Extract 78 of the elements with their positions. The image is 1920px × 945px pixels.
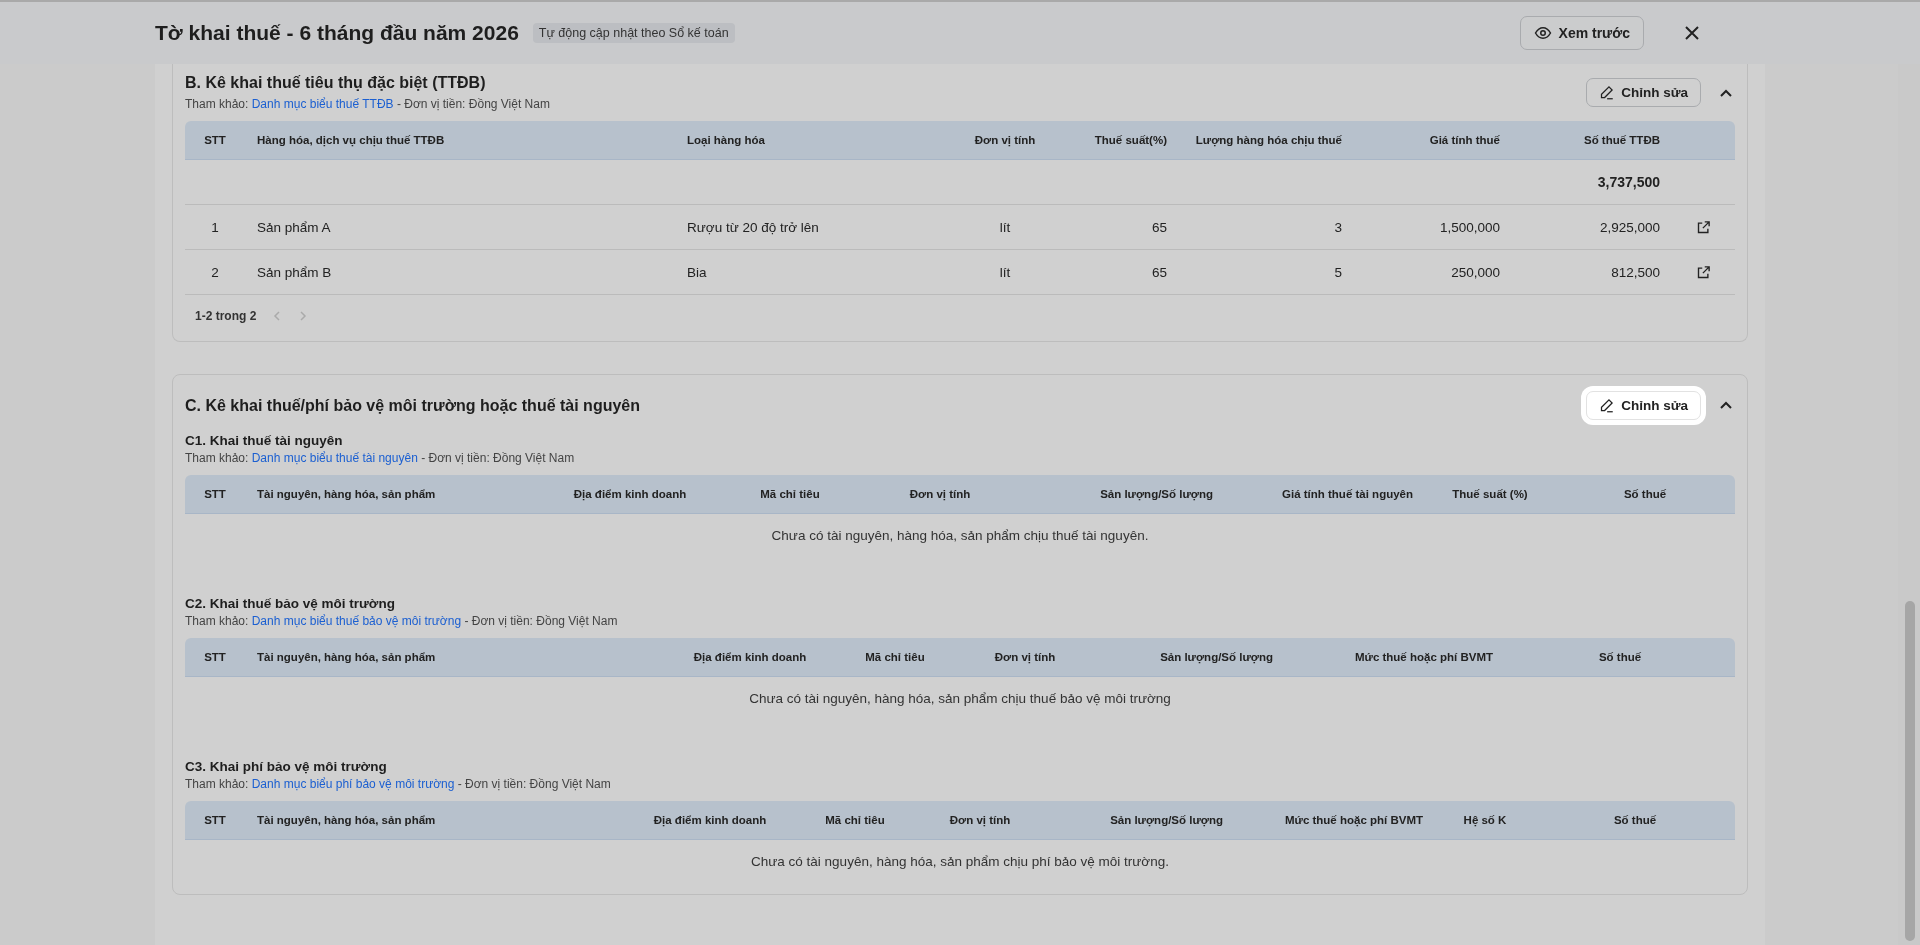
column-header: Mã chỉ tiêu (824, 814, 886, 826)
table-cell-text: 5 (1333, 264, 1343, 280)
table-cell-text: lít (998, 219, 1012, 235)
reference-text: Tham khảo: Danh mục biểu thuế bảo vệ môi trường - Đơn vị tiền: Đồng Việt Nam (185, 614, 619, 628)
column-header: Số thuế (1597, 651, 1643, 663)
reference-text: Tham khảo: Danh mục biểu thuế tài nguyên - Đơn vị tiền: Đồng Việt Nam (185, 451, 576, 465)
eye-icon (1533, 24, 1552, 42)
empty-message: Chưa có tài nguyên, hàng hóa, sản phẩm chịu thuế tài nguyên. (771, 527, 1149, 543)
column-header: Số thuế TTĐB (1582, 134, 1661, 146)
table-cell-text: Bia (686, 264, 708, 280)
table-cell-text: Sản phẩm B (256, 264, 333, 280)
column-header: Địa điểm kinh doanh (692, 651, 808, 663)
subsection-title: C3. Khai phí bảo vệ môi trường (185, 759, 388, 774)
preview-button[interactable]: Xem trước (1519, 16, 1644, 50)
table-cell-text: 2,925,000 (1598, 219, 1661, 235)
column-header: STT (203, 651, 227, 663)
reference-text: Tham khảo: Danh mục biểu thuế TTĐB - Đơn vị tiền: Đồng Việt Nam (185, 97, 550, 111)
dialog-title: Tờ khai thuế - 6 tháng đầu năm 2026 (155, 21, 519, 45)
table-cell-text: 812,500 (1610, 264, 1661, 280)
column-header: Tài nguyên, hàng hóa, sản phẩm (256, 651, 437, 663)
pagination-text: 1-2 trong 2 (195, 309, 257, 323)
table-cell-text: 1 (210, 219, 220, 235)
reference-link[interactable]: Danh mục biểu thuế tài nguyên (251, 451, 418, 465)
column-header: Giá tính thuế (1428, 134, 1501, 146)
table-cell-text: 2 (210, 264, 220, 280)
column-header: Hệ số K (1462, 814, 1508, 826)
column-header: Thuế suất (%) (1451, 488, 1529, 500)
table-cell-text: lít (998, 264, 1012, 280)
total-cell-text: 3,737,500 (1596, 174, 1661, 190)
external-link-icon[interactable] (1696, 219, 1711, 235)
reference-link[interactable]: Danh mục biểu thuế TTĐB (251, 97, 394, 111)
column-header: STT (203, 814, 227, 826)
table-cell-text: Rượu từ 20 độ trở lên (686, 219, 820, 235)
external-link-icon[interactable] (1696, 264, 1711, 280)
column-header: Đơn vị tính (908, 488, 972, 500)
column-header: Hàng hóa, dịch vụ chịu thuế TTĐB (256, 134, 446, 146)
reference-text: Tham khảo: Danh mục biểu phí bảo vệ môi trường - Đơn vị tiền: Đồng Việt Nam (185, 777, 612, 791)
column-header: Sản lượng/Số lượng (1159, 651, 1274, 663)
table-cell-text: 65 (1150, 219, 1168, 235)
subsection-title: C2. Khai thuế bảo vệ môi trường (185, 596, 396, 611)
auto-update-badge: Tự động cập nhật theo Sổ kế toán (532, 23, 735, 43)
column-header: Tài nguyên, hàng hóa, sản phẩm (256, 488, 437, 500)
column-header: Số thuế (1622, 488, 1668, 500)
column-header: STT (203, 488, 227, 500)
column-header: Sản lượng/Số lượng (1109, 814, 1224, 826)
empty-message: Chưa có tài nguyên, hàng hóa, sản phẩm chịu phí bảo vệ môi trường. (751, 853, 1169, 869)
empty-message: Chưa có tài nguyên, hàng hóa, sản phẩm chịu thuế bảo vệ môi trường (749, 690, 1171, 706)
close-icon[interactable] (1684, 25, 1700, 41)
column-header: Mã chỉ tiêu (864, 651, 926, 663)
pencil-icon (1599, 85, 1615, 100)
table-cell-text: 250,000 (1450, 264, 1501, 280)
section-title: C. Kê khai thuế/phí bảo vệ môi trường hoặc thuế tài nguyên (185, 397, 640, 415)
pencil-icon (1599, 397, 1615, 413)
reference-link[interactable]: Danh mục biểu phí bảo vệ môi trường (251, 777, 455, 791)
column-header: Mức thuế hoặc phí BVMT (1353, 651, 1494, 663)
column-header: STT (203, 134, 227, 146)
column-header: Lượng hàng hóa chịu thuế (1194, 134, 1343, 146)
reference-link[interactable]: Danh mục biểu thuế bảo vệ môi trường (251, 614, 462, 628)
column-header: Thuế suất(%) (1093, 134, 1168, 146)
column-header: Đơn vị tính (993, 651, 1057, 663)
column-header: Giá tính thuế tài nguyên (1281, 488, 1414, 500)
column-header: Đơn vị tính (948, 814, 1012, 826)
column-header: Tài nguyên, hàng hóa, sản phẩm (256, 814, 437, 826)
column-header: Mức thuế hoặc phí BVMT (1283, 814, 1424, 826)
table-cell-text: 1,500,000 (1438, 219, 1501, 235)
table-cell-text: Sản phẩm A (256, 219, 332, 235)
column-header: Sản lượng/Số lượng (1099, 488, 1214, 500)
edit-button[interactable]: Chỉnh sửa (1586, 78, 1701, 107)
table-cell-text: 3 (1333, 219, 1343, 235)
column-header: Đơn vị tính (973, 134, 1037, 146)
section-title: B. Kê khai thuế tiêu thụ đặc biệt (TTĐB) (185, 74, 487, 92)
subsection-title: C1. Khai thuế tài nguyên (185, 433, 344, 448)
column-header: Địa điểm kinh doanh (652, 814, 768, 826)
column-header: Địa điểm kinh doanh (572, 488, 688, 500)
column-header: Số thuế (1612, 814, 1658, 826)
column-header: Loại hàng hóa (686, 134, 766, 146)
table-cell-text: 65 (1150, 264, 1168, 280)
column-header: Mã chỉ tiêu (759, 488, 821, 500)
